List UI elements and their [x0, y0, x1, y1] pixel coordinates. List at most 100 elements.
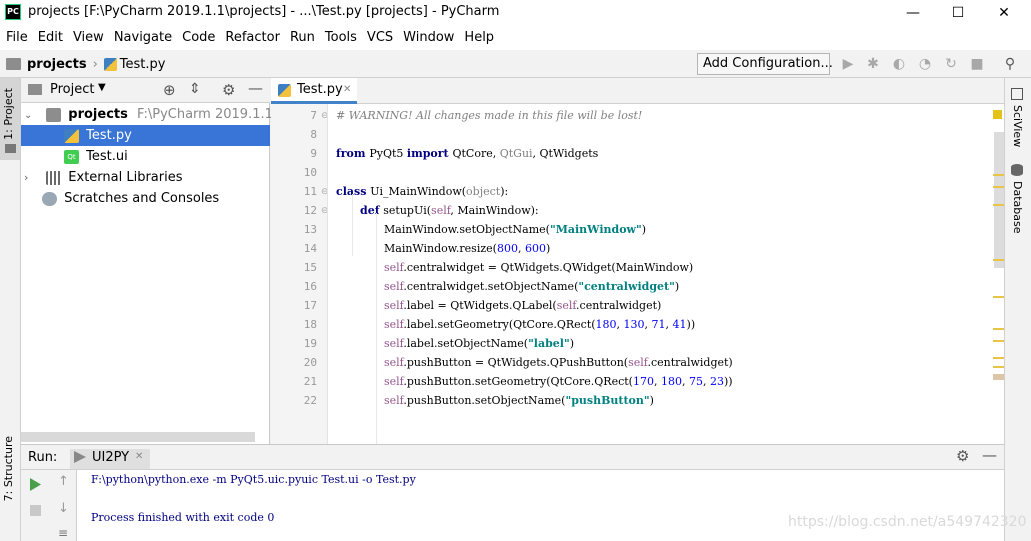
code-line[interactable]: class Ui_MainWindow(object): — [336, 185, 508, 204]
profile-icon[interactable]: ◔ — [916, 55, 934, 73]
python-file-icon — [64, 128, 79, 143]
project-folder-icon — [5, 144, 16, 153]
line-number: 18 — [303, 318, 317, 331]
tree-item-label: Test.py — [86, 128, 132, 143]
warning-mark[interactable] — [993, 340, 1004, 342]
code-line[interactable]: self.centralwidget.setObjectName("centra… — [384, 280, 679, 299]
tab-sciview[interactable]: SciView — [1011, 105, 1024, 147]
code-line[interactable]: self.pushButton = QtWidgets.QPushButton(… — [384, 356, 733, 375]
menu-tools[interactable]: Tools — [320, 26, 362, 50]
vertical-scrollbar-thumb[interactable] — [994, 132, 1004, 268]
menu-view[interactable]: View — [68, 26, 109, 50]
menu-code[interactable]: Code — [177, 26, 220, 50]
code-line[interactable]: MainWindow.resize(800, 600) — [384, 242, 550, 261]
locate-icon[interactable]: ⊕ — [163, 81, 176, 99]
chevron-down-icon[interactable]: ⌄ — [24, 105, 38, 126]
run-panel-header: Run: UI2PY ✕ ⚙ — — [21, 444, 1004, 470]
menu-bar: File Edit View Navigate Code Refactor Ru… — [0, 26, 1031, 50]
code-line[interactable]: # WARNING! All changes made in this file… — [336, 109, 642, 128]
database-icon — [1011, 164, 1023, 176]
menu-refactor[interactable]: Refactor — [220, 26, 285, 50]
code-line[interactable]: self.label = QtWidgets.QLabel(self.centr… — [384, 299, 661, 318]
stop-icon[interactable] — [30, 505, 41, 516]
tree-item-label: Test.ui — [86, 149, 128, 164]
add-configuration-button[interactable]: Add Configuration... — [697, 53, 833, 75]
coverage-icon[interactable]: ◐ — [890, 55, 908, 73]
warning-mark[interactable] — [993, 296, 1004, 298]
stop-icon[interactable]: ■ — [968, 55, 986, 73]
warning-icon[interactable] — [993, 110, 1002, 119]
warning-mark[interactable] — [993, 328, 1004, 330]
warning-mark[interactable] — [993, 174, 1004, 176]
maximize-button[interactable]: ☐ — [935, 0, 981, 26]
warning-mark[interactable] — [993, 204, 1004, 206]
menu-edit[interactable]: Edit — [33, 26, 68, 50]
tree-item-external-libraries[interactable]: › External Libraries — [21, 167, 270, 188]
warning-mark[interactable] — [993, 357, 1004, 359]
tree-item-projects[interactable]: ⌄ projects F:\PyCharm 2019.1.1\proje — [21, 104, 310, 126]
error-stripe[interactable] — [993, 104, 1004, 444]
close-tab-icon[interactable]: ✕ — [135, 451, 143, 462]
code-line[interactable]: self.label.setGeometry(QtCore.QRect(180,… — [384, 318, 695, 337]
menu-window[interactable]: Window — [398, 26, 459, 50]
warning-mark[interactable] — [993, 259, 1004, 261]
arrow-down-icon[interactable]: ↓ — [58, 501, 69, 516]
tab-structure[interactable]: 7: Structure — [2, 436, 15, 501]
tab-test-py[interactable]: Test.py ✕ — [271, 78, 357, 104]
run-icon[interactable]: ▶ — [839, 55, 857, 73]
code-line[interactable]: self.centralwidget = QtWidgets.QWidget(M… — [384, 261, 693, 280]
horizontal-scrollbar[interactable] — [21, 432, 255, 442]
warning-mark[interactable] — [993, 186, 1004, 188]
code-editor[interactable]: # WARNING! All changes made in this file… — [327, 104, 993, 444]
debug-icon[interactable]: ✱ — [864, 55, 882, 73]
tree-item-test-ui[interactable]: Qt Test.ui — [21, 146, 270, 167]
line-number: 15 — [303, 261, 317, 274]
editor-tab-bar: Test.py ✕ — [271, 78, 1004, 104]
tree-item-scratches[interactable]: Scratches and Consoles — [21, 188, 270, 209]
code-line[interactable]: self.pushButton.setObjectName("pushButto… — [384, 394, 654, 413]
code-line[interactable]: from PyQt5 import QtCore, QtGui, QtWidge… — [336, 147, 598, 166]
warning-mark[interactable] — [993, 366, 1004, 368]
collapse-all-icon[interactable]: ⇕ — [189, 81, 201, 97]
navigation-bar: projects › Test.py Add Configuration... … — [0, 50, 1031, 78]
tree-item-test-py[interactable]: Test.py — [21, 125, 270, 146]
project-panel-header: Project ▼ ⊕ ⇕ ⚙ — — [21, 78, 270, 103]
menu-help[interactable]: Help — [459, 26, 499, 50]
search-icon[interactable]: ⚲ — [1001, 55, 1019, 73]
code-line[interactable]: self.pushButton.setGeometry(QtCore.QRect… — [384, 375, 733, 394]
line-number: 8 — [310, 128, 317, 141]
run-toolbar: ↑ ↓ ≡ — [21, 470, 77, 541]
gear-icon[interactable]: ⚙ — [222, 81, 235, 99]
close-button[interactable]: ✕ — [981, 0, 1027, 26]
arrow-up-icon[interactable]: ↑ — [58, 474, 69, 489]
tab-database[interactable]: Database — [1011, 181, 1024, 234]
menu-file[interactable]: File — [1, 26, 33, 50]
breadcrumb-file[interactable]: Test.py — [120, 57, 166, 72]
indent-guide — [376, 213, 377, 444]
menu-vcs[interactable]: VCS — [362, 26, 398, 50]
run-console[interactable]: F:\python\python.exe -m PyQt5.uic.pyuic … — [77, 470, 1004, 541]
menu-navigate[interactable]: Navigate — [109, 26, 177, 50]
warning-mark[interactable] — [993, 374, 1004, 380]
soft-wrap-icon[interactable]: ≡ — [58, 526, 68, 540]
breadcrumb-project[interactable]: projects — [27, 57, 87, 72]
concurrency-icon[interactable]: ↻ — [942, 55, 960, 73]
rerun-icon[interactable] — [30, 478, 41, 491]
chevron-down-icon[interactable]: ▼ — [98, 82, 106, 93]
code-line[interactable]: def setupUi(self, MainWindow): — [360, 204, 539, 223]
gear-icon[interactable]: ⚙ — [956, 447, 969, 465]
hide-icon[interactable]: — — [982, 446, 997, 464]
menu-run[interactable]: Run — [285, 26, 320, 50]
code-line[interactable]: self.label.setObjectName("label") — [384, 337, 574, 356]
tab-project[interactable]: 1: Project — [2, 88, 15, 140]
breadcrumb: projects › Test.py — [6, 55, 165, 73]
close-tab-icon[interactable]: ✕ — [343, 78, 351, 102]
code-line[interactable]: MainWindow.setObjectName("MainWindow") — [384, 223, 646, 242]
chevron-right-icon[interactable]: › — [24, 167, 38, 188]
project-view-selector[interactable]: Project — [50, 82, 94, 97]
hide-icon[interactable]: — — [248, 79, 263, 97]
minimize-button[interactable]: — — [890, 0, 936, 26]
run-config-tab[interactable]: UI2PY — [92, 450, 129, 465]
tree-item-label: External Libraries — [68, 170, 183, 185]
folder-icon — [28, 84, 42, 95]
